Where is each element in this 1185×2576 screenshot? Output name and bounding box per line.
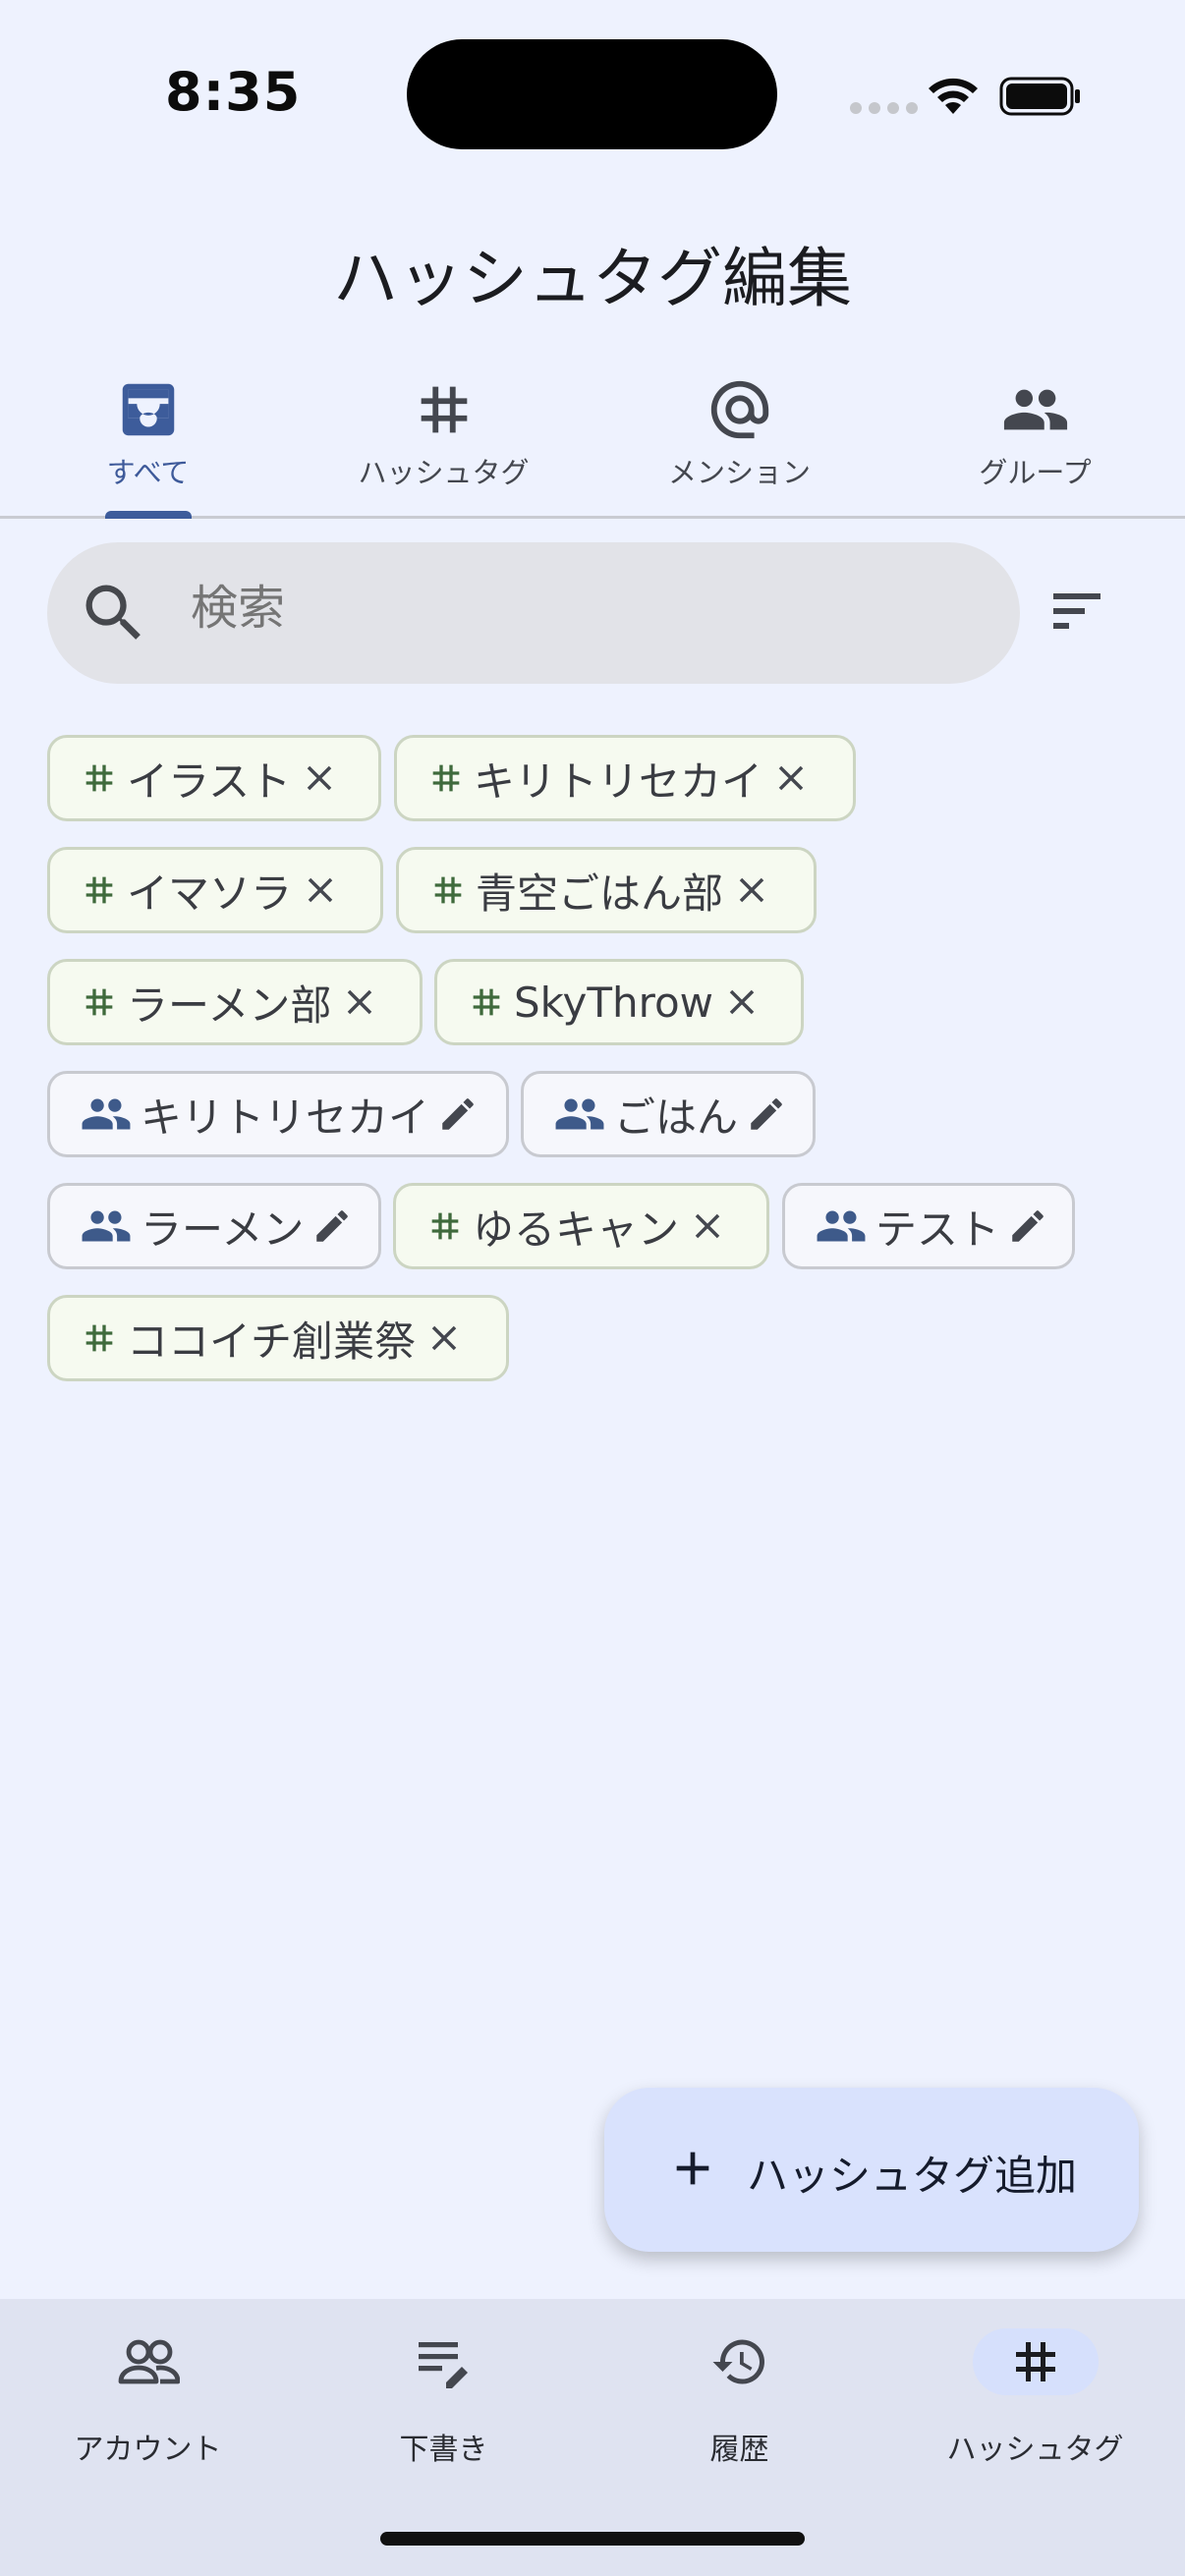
wifi-icon [929, 78, 978, 114]
group-icon [1003, 389, 1067, 430]
tab-label: ハッシュタグ [358, 456, 530, 489]
hashtag-chip[interactable]: ラーメン部 [47, 959, 423, 1045]
nav-icon-container [85, 2328, 211, 2395]
group-chip[interactable]: ラーメン [47, 1183, 381, 1269]
inbox-icon [122, 383, 174, 436]
chip-label: キリトリセカイ [141, 1092, 430, 1142]
battery-icon [999, 77, 1080, 116]
chip-label: ラーメン部 [127, 980, 332, 1030]
nav-drafts[interactable]: 下書き [296, 2299, 592, 2515]
close-icon[interactable] [731, 869, 772, 911]
hashtag-chip[interactable]: ゆるキャン [393, 1183, 769, 1269]
close-icon[interactable] [721, 981, 762, 1023]
tab-hashtag[interactable]: ハッシュタグ [296, 364, 592, 516]
nav-label: アカウント [74, 2433, 222, 2467]
tab-indicator [105, 511, 192, 519]
chip-label: ごはん [614, 1092, 739, 1142]
group-icon [82, 1210, 131, 1242]
search-icon [85, 585, 141, 640]
nav-hashtag[interactable]: ハッシュタグ [887, 2299, 1183, 2515]
hashtag-chip[interactable]: 青空ごはん部 [396, 847, 817, 933]
nav-label: 履歴 [709, 2433, 769, 2467]
search-input[interactable] [191, 582, 977, 636]
group-chip[interactable]: ごはん [521, 1071, 816, 1157]
plus-icon [676, 2152, 709, 2185]
hashtag-icon [432, 764, 460, 792]
hashtag-chip[interactable]: イラスト [47, 735, 381, 821]
hashtag-chip[interactable]: キリトリセカイ [394, 735, 856, 821]
hashtag-chip[interactable]: イマソラ [47, 847, 383, 933]
group-icon [817, 1210, 866, 1242]
close-icon[interactable] [770, 757, 812, 799]
nav-history[interactable]: 履歴 [592, 2299, 887, 2515]
status-bar: 8:35 [0, 0, 1185, 187]
search-bar[interactable] [47, 542, 1020, 684]
nav-label: 下書き [399, 2433, 488, 2467]
chip-label: イマソラ [127, 868, 293, 918]
group-icon [82, 1098, 131, 1130]
group-chip[interactable]: テスト [782, 1183, 1075, 1269]
group-icon [555, 1098, 604, 1130]
tab-group[interactable]: グループ [887, 364, 1183, 516]
nav-icon-container [677, 2328, 803, 2395]
hashtag-chip[interactable]: ココイチ創業祭 [47, 1295, 509, 1381]
cellular-signal-icon [850, 102, 918, 114]
add-hashtag-label: ハッシュタグ追加 [747, 2152, 1078, 2200]
hashtag-icon [431, 1212, 459, 1240]
chip-label: SkyThrow [514, 978, 714, 1027]
edit-pencil-icon[interactable] [1007, 1205, 1048, 1247]
sort-icon[interactable] [1051, 589, 1104, 633]
nav-accounts[interactable]: アカウント [0, 2299, 296, 2515]
tab-label: メンション [667, 456, 811, 489]
chip-label: 青空ごはん部 [476, 868, 724, 918]
at-sign-icon [710, 380, 768, 439]
edit-pencil-icon[interactable] [311, 1205, 353, 1247]
close-icon[interactable] [423, 1317, 465, 1359]
drafts-icon [418, 2342, 468, 2388]
close-icon[interactable] [339, 981, 380, 1023]
group-chip[interactable]: キリトリセカイ [47, 1071, 509, 1157]
chip-label: ラーメン [141, 1204, 305, 1254]
hashtag-icon [85, 764, 113, 792]
page-title: ハッシュタグ編集 [333, 241, 852, 316]
status-time: 8:35 [165, 61, 302, 123]
tab-bar: すべて ハッシュタグ メンション グループ [0, 364, 1185, 519]
close-icon[interactable] [687, 1205, 728, 1247]
nav-icon-container [972, 2328, 1099, 2395]
history-icon [712, 2339, 764, 2384]
hashtag-icon [421, 386, 467, 433]
tab-all[interactable]: すべて [0, 364, 296, 519]
nav-icon-container [381, 2328, 507, 2395]
chip-label: ココイチ創業祭 [127, 1316, 417, 1366]
tab-label: すべて [106, 456, 190, 489]
dynamic-island [407, 39, 777, 149]
hashtag-icon [434, 876, 462, 904]
accounts-icon [118, 2339, 180, 2384]
edit-pencil-icon[interactable] [437, 1093, 479, 1135]
hashtag-icon [85, 876, 113, 904]
tab-mention[interactable]: メンション [592, 364, 887, 516]
close-icon[interactable] [299, 757, 340, 799]
hashtag-icon [85, 988, 113, 1016]
chip-label: ゆるキャン [473, 1204, 680, 1254]
add-hashtag-button[interactable]: ハッシュタグ追加 [604, 2088, 1139, 2252]
home-indicator[interactable] [380, 2532, 805, 2546]
tab-label: グループ [979, 456, 1092, 489]
edit-pencil-icon[interactable] [746, 1093, 787, 1135]
chip-label: イラスト [127, 756, 292, 806]
hashtag-icon [85, 1324, 113, 1352]
hashtag-chip[interactable]: SkyThrow [434, 959, 804, 1045]
close-icon[interactable] [300, 869, 341, 911]
chip-label: テスト [875, 1204, 1000, 1254]
hashtag-icon [1015, 2342, 1055, 2381]
nav-label: ハッシュタグ [946, 2433, 1124, 2467]
chip-label: キリトリセカイ [474, 756, 763, 806]
hashtag-icon [473, 988, 500, 1016]
